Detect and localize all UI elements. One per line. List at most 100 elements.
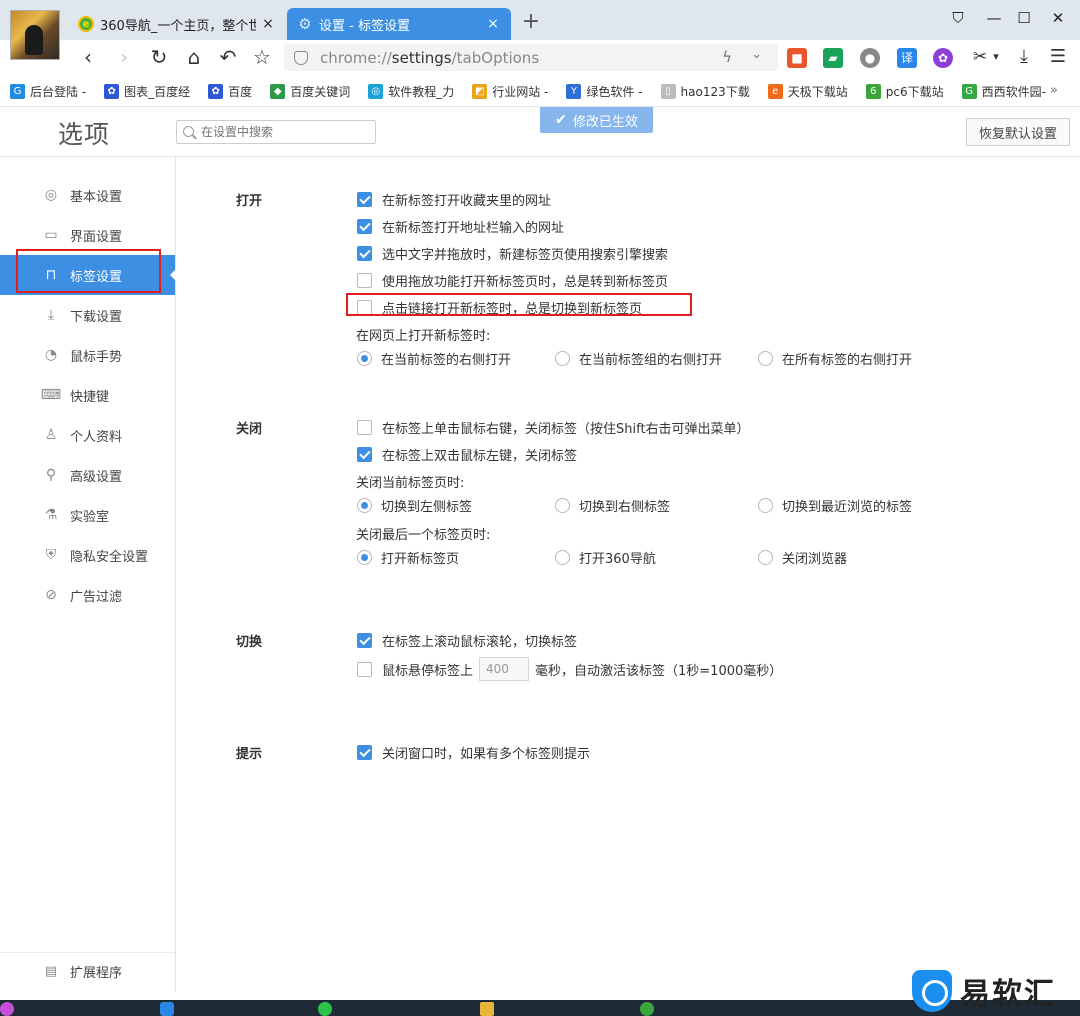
bookmark-item[interactable]: ◆ 百度关键词 [270, 83, 350, 100]
sidebar-item-download[interactable]: ⤓ 下载设置 [0, 295, 175, 335]
hover-delay-input[interactable] [479, 657, 530, 681]
radio-row[interactable]: 关闭浏览器 [758, 548, 847, 567]
bookmark-item[interactable]: ✿ 图表_百度经 [104, 83, 190, 100]
user-avatar[interactable] [10, 10, 60, 60]
back-button[interactable]: ‹ [74, 44, 102, 70]
radio[interactable] [758, 498, 773, 513]
download-icon[interactable]: ⤓ [1010, 44, 1038, 70]
checkbox[interactable] [357, 192, 372, 207]
reload-button[interactable]: ↻ [145, 44, 173, 70]
bookmark-item[interactable]: Y 绿色软件 - [566, 83, 643, 100]
tab-360-nav[interactable]: e 360导航_一个主页，整个世界 × [68, 8, 286, 40]
address-bar[interactable]: chrome://settings/tabOptions ϟ ⌄ [284, 44, 778, 71]
speed-mode-icon[interactable]: ϟ [722, 48, 732, 66]
taskbar-app[interactable] [480, 1002, 494, 1016]
bookmark-item[interactable]: 6 pc6下载站 [865, 83, 944, 100]
checkbox[interactable] [357, 633, 372, 648]
checkbox-row[interactable]: 点击链接打开新标签时，总是切换到新标签页 [357, 298, 642, 317]
sidebar-item-label: 标签设置 [70, 269, 123, 285]
radio[interactable] [555, 550, 570, 565]
checkbox-row[interactable]: 关闭窗口时，如果有多个标签则提示 [357, 743, 590, 762]
windows-icon[interactable]: ■ [787, 48, 807, 68]
checkbox[interactable] [357, 420, 372, 435]
sidebar-item-labs[interactable]: ⚗ 实验室 [0, 495, 175, 535]
bookmark-label: 天极下载站 [787, 85, 848, 99]
tab-close-icon[interactable]: × [260, 16, 276, 32]
home-button[interactable]: ⌂ [180, 44, 208, 70]
radio[interactable] [758, 351, 773, 366]
checkbox-row[interactable]: 鼠标悬停标签上 毫秒，自动激活该标签（1秒=1000毫秒） [357, 657, 782, 681]
cloud-ext-icon[interactable]: ● [860, 48, 880, 68]
radio-row[interactable]: 切换到左侧标签 [357, 496, 472, 515]
bookmark-item[interactable]: ◎ 软件教程_力 [368, 83, 454, 100]
bookmark-item[interactable]: ◩ 行业网站 - [472, 83, 548, 100]
tab-close-icon[interactable]: × [485, 16, 501, 32]
sidebar-item-interface[interactable]: ▭ 界面设置 [0, 215, 175, 255]
checkbox[interactable] [357, 273, 372, 288]
checkbox-row[interactable]: 在标签上双击鼠标左键，关闭标签 [357, 445, 577, 464]
radio[interactable] [357, 550, 372, 565]
checkbox[interactable] [357, 219, 372, 234]
puzzle-ext-icon[interactable]: ✿ [933, 48, 953, 68]
bookmark-item[interactable]: G 西西软件园- [961, 83, 1046, 100]
checkbox-row[interactable]: 使用拖放功能打开新标签页时，总是转到新标签页 [357, 271, 668, 290]
checkbox[interactable] [357, 661, 372, 677]
sidebar-item-shortcuts[interactable]: ⌨ 快捷键 [0, 375, 175, 415]
skin-icon[interactable]: ⛉ [940, 6, 976, 30]
keyboard-icon: ⌨ [40, 387, 62, 403]
tab-settings[interactable]: ⚙ 设置 - 标签设置 × [287, 8, 511, 40]
checkbox-row[interactable]: 在标签上滚动鼠标滚轮，切换标签 [357, 631, 577, 650]
sidebar-item-privacy[interactable]: ⛨ 隐私安全设置 [0, 535, 175, 575]
green-ext-icon[interactable]: ▰ [823, 48, 843, 68]
restore-defaults-button[interactable]: 恢复默认设置 [966, 118, 1070, 146]
radio[interactable] [555, 351, 570, 366]
sidebar-item-adblock[interactable]: ⊘ 广告过滤 [0, 575, 175, 615]
taskbar-app[interactable] [0, 1002, 14, 1016]
radio[interactable] [555, 498, 570, 513]
sidebar-item-advanced[interactable]: ⚲ 高级设置 [0, 455, 175, 495]
menu-icon[interactable]: ☰ [1044, 44, 1072, 70]
sidebar-item-extensions[interactable]: ▤ 扩展程序 [0, 952, 175, 990]
close-window-button[interactable]: ✕ [1040, 6, 1076, 30]
new-tab-button[interactable]: + [516, 10, 546, 36]
sidebar-item-profile[interactable]: ♙ 个人资料 [0, 415, 175, 455]
bookmark-item[interactable]: ▯ hao123下载 [660, 83, 750, 100]
url-text: chrome://settings/tabOptions [320, 48, 540, 67]
radio-row[interactable]: 切换到右侧标签 [555, 496, 670, 515]
radio[interactable] [357, 498, 372, 513]
sidebar-item-tabs[interactable]: ⊓ 标签设置 [0, 255, 176, 295]
checkbox[interactable] [357, 246, 372, 261]
checkbox-row[interactable]: 在新标签打开地址栏输入的网址 [357, 217, 564, 236]
radio-row[interactable]: 在所有标签的右侧打开 [758, 349, 912, 368]
checkbox[interactable] [357, 300, 372, 315]
radio-row[interactable]: 打开新标签页 [357, 548, 459, 567]
radio-row[interactable]: 在当前标签的右侧打开 [357, 349, 511, 368]
checkbox[interactable] [357, 447, 372, 462]
checkbox-row[interactable]: 在新标签打开收藏夹里的网址 [357, 190, 551, 209]
sidebar-item-basic[interactable]: ◎ 基本设置 [0, 175, 175, 215]
bookmarks-more-icon[interactable]: » [1050, 83, 1058, 98]
translate-icon[interactable]: 译 [897, 48, 917, 68]
radio-row[interactable]: 在当前标签组的右侧打开 [555, 349, 722, 368]
settings-search-input[interactable] [176, 120, 376, 144]
taskbar-app[interactable] [160, 1002, 174, 1016]
checkbox-row[interactable]: 在标签上单击鼠标右键，关闭标签（按住Shift右击可弹出菜单） [357, 418, 750, 437]
maximize-button[interactable]: ☐ [1006, 6, 1042, 30]
forward-button[interactable]: › [110, 44, 138, 70]
checkbox-row[interactable]: 选中文字并拖放时，新建标签页使用搜索引擎搜索 [357, 244, 668, 263]
sidebar-item-gestures[interactable]: ◔ 鼠标手势 [0, 335, 175, 375]
taskbar-app[interactable] [318, 1002, 332, 1016]
bookmark-item[interactable]: ✿ 百度 [208, 83, 252, 100]
taskbar-app[interactable] [640, 1002, 654, 1016]
radio-row[interactable]: 切换到最近浏览的标签 [758, 496, 912, 515]
radio[interactable] [357, 351, 372, 366]
checkbox[interactable] [357, 745, 372, 760]
bookmark-item[interactable]: G 后台登陆 - [10, 83, 86, 100]
undo-close-button[interactable]: ↶ [214, 44, 242, 70]
radio[interactable] [758, 550, 773, 565]
bookmark-star-button[interactable]: ☆ [248, 44, 276, 70]
radio-row[interactable]: 打开360导航 [555, 548, 656, 567]
bookmark-item[interactable]: e 天极下载站 [767, 83, 848, 100]
chevron-down-icon[interactable]: ⌄ [751, 47, 762, 62]
cut-dropdown-icon[interactable]: ▾ [988, 44, 1004, 70]
